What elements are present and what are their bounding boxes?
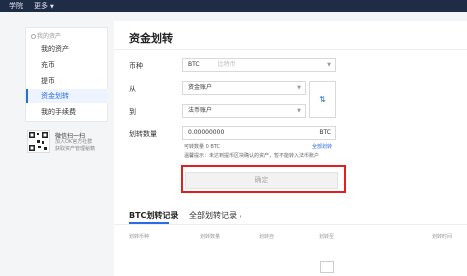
transfer-all-link[interactable]: 全部划转 bbox=[312, 143, 332, 150]
chevron-right-icon: › bbox=[239, 214, 242, 220]
nav-more-label: 更多 bbox=[34, 2, 48, 10]
from-label: 从 bbox=[129, 85, 136, 93]
currency-value: BTC bbox=[188, 61, 200, 68]
sidebar-header: 我的资产 bbox=[31, 31, 61, 40]
amount-value: 0.00000000 bbox=[188, 129, 225, 136]
tab-btc-records[interactable]: BTC划转记录 bbox=[129, 210, 178, 221]
nav-academy-link[interactable]: 学院 bbox=[9, 1, 23, 11]
chevron-down-icon: ▼ bbox=[297, 85, 301, 91]
to-label: 到 bbox=[129, 108, 136, 116]
column-header: 划转币种 bbox=[129, 234, 150, 240]
promo-line-2: 获取资产管理秘籍 bbox=[55, 146, 96, 152]
amount-label: 划转数量 bbox=[129, 130, 157, 138]
from-account-select[interactable]: 资金账户 ▼ bbox=[182, 81, 306, 95]
tab-all-records[interactable]: 全部划转记录 › bbox=[189, 210, 242, 221]
chevron-down-icon: ▼ bbox=[327, 62, 331, 68]
promo-line-1: 加入OK官方社群 bbox=[55, 139, 93, 145]
column-header: 划转至 bbox=[319, 234, 335, 240]
confirm-button[interactable]: 确定 bbox=[185, 172, 338, 189]
wallet-icon bbox=[31, 34, 36, 39]
empty-state-icon bbox=[320, 261, 334, 273]
sidebar: 我的资产 我的资产 充币 提币 资金划转 我的手续费 bbox=[25, 27, 108, 122]
sidebar-item-withdraw[interactable]: 提币 bbox=[26, 74, 108, 88]
chevron-down-icon: ▼ bbox=[50, 4, 54, 10]
chevron-down-icon: ▼ bbox=[297, 108, 301, 114]
sidebar-item-deposit[interactable]: 充币 bbox=[26, 58, 108, 72]
nav-more-menu[interactable]: 更多 ▼ bbox=[34, 1, 54, 11]
wechat-qr-code bbox=[27, 130, 50, 153]
amount-input[interactable]: 0.00000000 BTC bbox=[182, 126, 336, 140]
transfer-panel: 资金划转 币种 BTC 比特币 ▼ 从 资金账户 ▼ 到 法币账户 ▼ ⇅ 划转数… bbox=[114, 21, 467, 276]
currency-label: 币种 bbox=[129, 62, 143, 70]
sidebar-item-my-assets[interactable]: 我的资产 bbox=[26, 42, 108, 56]
notice-text: 温馨提示：未达到提币区块确认的资产，暂不能转入法币账户 bbox=[184, 153, 320, 159]
swap-arrows-icon: ⇅ bbox=[319, 95, 326, 104]
page-title: 资金划转 bbox=[129, 32, 173, 45]
column-header: 划转数量 bbox=[200, 234, 221, 240]
available-amount: 可转数量 0 BTC bbox=[184, 144, 221, 150]
to-account-value: 法币账户 bbox=[188, 107, 213, 114]
column-header: 划转时间 bbox=[432, 234, 453, 240]
tab-all-records-label: 全部划转记录 bbox=[189, 211, 237, 220]
column-header: 划转自 bbox=[259, 234, 275, 240]
amount-unit: BTC bbox=[319, 129, 331, 136]
sidebar-item-fees[interactable]: 我的手续费 bbox=[26, 105, 108, 119]
currency-select[interactable]: BTC 比特币 ▼ bbox=[182, 58, 336, 72]
currency-name: 比特币 bbox=[217, 61, 236, 68]
swap-accounts-button[interactable]: ⇅ bbox=[309, 81, 336, 118]
divider bbox=[114, 49, 467, 50]
top-nav-bar: 学院 更多 ▼ bbox=[0, 0, 467, 12]
to-account-select[interactable]: 法币账户 ▼ bbox=[182, 104, 306, 118]
sidebar-header-label: 我的资产 bbox=[37, 33, 62, 40]
divider bbox=[114, 224, 467, 225]
from-account-value: 资金账户 bbox=[188, 84, 213, 91]
sidebar-item-transfer[interactable]: 资金划转 bbox=[26, 89, 108, 103]
